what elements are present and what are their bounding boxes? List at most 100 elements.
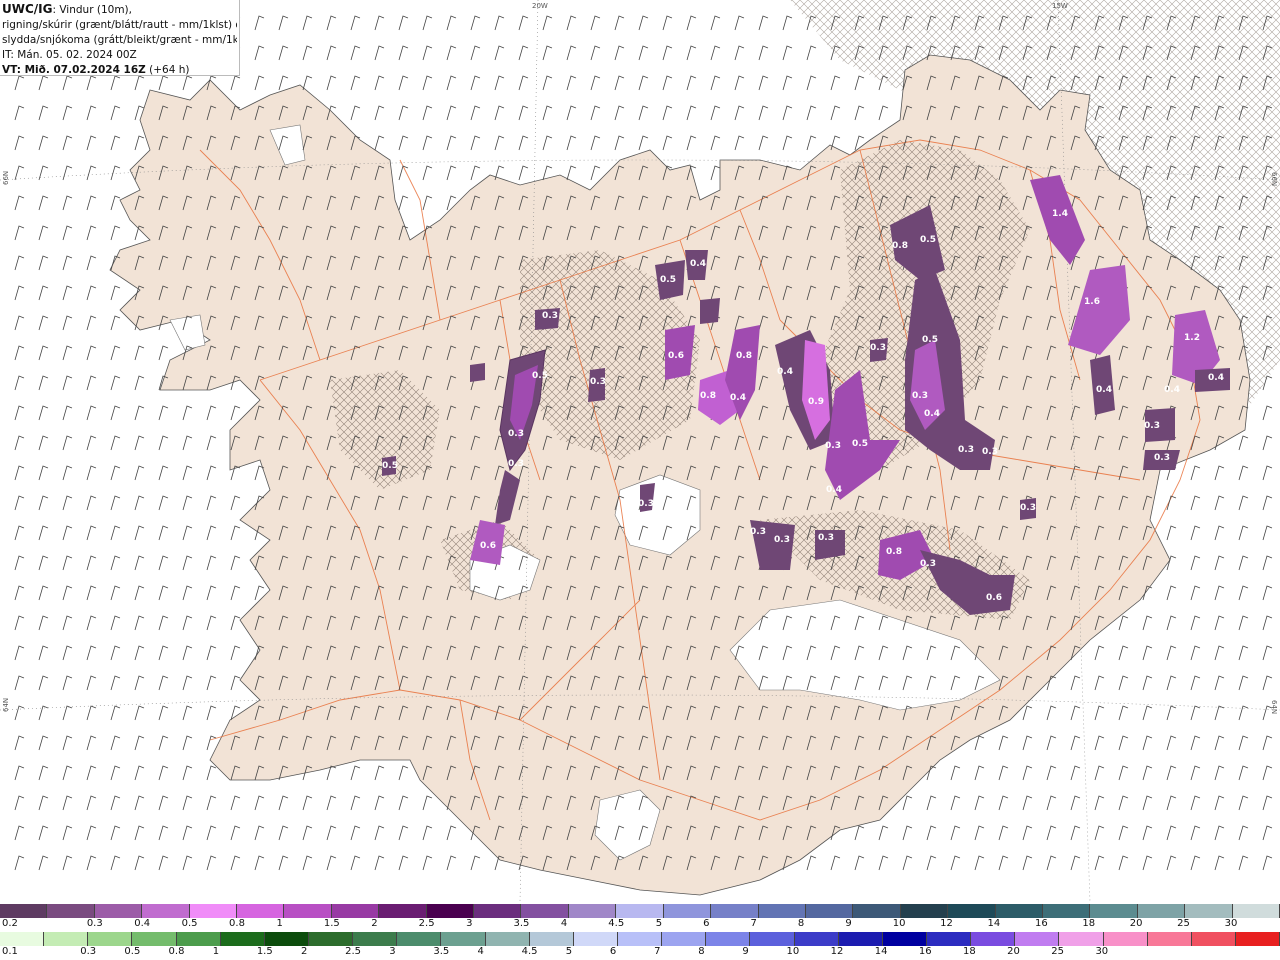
title-line-2: rigning/skúrir (grænt/blátt/rautt - mm/1…	[2, 19, 237, 31]
legend-swatch	[397, 932, 442, 946]
forecast-map[interactable]: 20W 15W 66N 64N 66N 64N 0.30.40.50.6 0.8…	[0, 0, 1280, 902]
precip-value-label: 0.3	[1144, 421, 1160, 431]
precip-value-label: 0.5	[852, 439, 868, 449]
legend-swatch	[264, 932, 309, 946]
valid-time-line: VT: Mið. 07.02.2024 16Z (+64 h)	[2, 63, 237, 78]
legend-label: 25	[1177, 918, 1190, 929]
legend-swatch	[971, 932, 1016, 946]
legend-label: 4.5	[521, 946, 538, 957]
legend-swatch	[662, 932, 707, 946]
legend-label: 6	[703, 918, 710, 929]
initial-time: IT: Mán. 05. 02. 2024 00Z	[2, 49, 137, 61]
coord-label-64n-right: 64N	[1270, 700, 1278, 714]
snow-color-legend	[0, 904, 1280, 918]
legend-swatch	[900, 904, 949, 918]
rain-legend-labels: 0.1 0.3 0.5 0.8 1 1.5 2 2.5 3 3.5 4 4.5 5 6 7 8 9 10 12 14 1…	[0, 946, 1280, 960]
legend-label: 0.5	[124, 946, 141, 957]
precip-value-label: 0.8	[892, 241, 908, 251]
precip-area	[700, 298, 720, 324]
precip-value-label: 0.3	[508, 459, 524, 469]
legend-label: 7	[654, 946, 661, 957]
precip-value-label: 0.3	[825, 441, 841, 451]
legend-swatch	[189, 904, 238, 918]
precip-value-label: 1.4	[1052, 209, 1068, 219]
precip-value-label: 0.4	[690, 259, 706, 269]
legend-label: 10	[892, 918, 906, 929]
precip-value-label: 0.5	[382, 461, 398, 471]
precip-value-label: 0.5	[660, 275, 676, 285]
legend-swatch	[882, 932, 927, 946]
legend-label: 0.8	[168, 946, 185, 957]
precip-value-label: 0.9	[808, 397, 824, 407]
legend-swatch	[616, 904, 664, 918]
legend-swatch	[838, 932, 883, 946]
rain-color-legend	[0, 932, 1280, 946]
legend-label: 0.3	[86, 918, 103, 929]
precip-value-label: 0.3	[508, 429, 524, 439]
precip-value-label: 0.4	[1164, 385, 1180, 395]
precip-value-label: 1.2	[1184, 333, 1200, 343]
legend-swatch	[284, 904, 332, 918]
legend-label: 12	[830, 946, 844, 957]
precip-value-label: 0.6	[986, 593, 1002, 603]
legend-label: 1	[276, 918, 283, 929]
legend-swatch	[1232, 904, 1280, 918]
legend-label: 3.5	[433, 946, 450, 957]
legend-label: 20	[1007, 946, 1020, 957]
valid-time: VT: Mið. 07.02.2024 16Z	[2, 64, 146, 76]
legend-swatch	[1147, 932, 1192, 946]
precip-value-label: 0.5	[922, 335, 938, 345]
legend-swatch	[1090, 904, 1138, 918]
legend-label: 6	[609, 946, 617, 957]
legend-swatch	[88, 932, 133, 946]
precip-value-label: 0.4	[924, 409, 940, 419]
legend-swatch	[568, 904, 617, 918]
precip-value-label: 0.4	[1208, 373, 1224, 383]
legend-swatch	[995, 904, 1043, 918]
legend-label: 9	[742, 946, 749, 957]
legend-swatch	[1185, 904, 1233, 918]
legend-label: 0.5	[181, 918, 198, 929]
legend-label: 5	[655, 918, 663, 929]
legend-label: 18	[1082, 918, 1096, 929]
legend-swatch	[379, 904, 427, 918]
legend-swatch	[750, 932, 795, 946]
precip-value-label: 0.3	[920, 559, 936, 569]
precip-value-label: 0.5	[920, 235, 936, 245]
legend-swatch	[706, 932, 751, 946]
coord-label-15w: 15W	[1052, 2, 1068, 10]
legend-label: 12	[940, 918, 953, 929]
legend-label: 30	[1224, 918, 1238, 929]
precip-value-label: 0.4	[777, 367, 793, 377]
precip-value-label: 0.3	[590, 377, 606, 387]
snow-legend-labels: 0.2 0.3 0.4 0.5 0.8 1 1.5 2 2.5 3 3.5 4 4.5 5 6 7 8 9 10 12…	[0, 918, 1280, 932]
legend-label: 3.5	[513, 918, 530, 929]
legend-label: 8	[797, 918, 805, 929]
legend-label: 4	[477, 946, 484, 957]
legend-label: 30	[1095, 946, 1109, 957]
legend-label: 0.2	[2, 918, 18, 929]
precip-value-label: 0.4	[826, 485, 842, 495]
precip-value-label: 0.3	[638, 499, 654, 509]
legend-swatch	[711, 904, 759, 918]
legend-label: 10	[786, 946, 800, 957]
legend-swatch	[94, 904, 143, 918]
legend-swatch	[474, 904, 522, 918]
legend-label: 3	[389, 946, 396, 957]
legend-label: 0.4	[134, 918, 151, 929]
legend-label: 14	[987, 918, 1001, 929]
legend-label: 14	[874, 946, 888, 957]
map-title-box: UWC/IG: Vindur (10m), rigning/skúrir (gr…	[0, 0, 240, 76]
legend-label: 20	[1129, 918, 1143, 929]
legend-swatch	[529, 932, 574, 946]
precip-value-label: 0.3	[870, 343, 886, 353]
legend-swatch	[0, 932, 45, 946]
legend-label: 4.5	[608, 918, 625, 929]
precip-value-label: 0.6	[480, 541, 496, 551]
legend-swatch	[1137, 904, 1186, 918]
legend-swatch	[331, 904, 380, 918]
legend-swatch	[794, 932, 839, 946]
precip-value-label: 0.3	[774, 535, 790, 545]
legend-label: 0.1	[2, 946, 18, 957]
legend-label: 25	[1051, 946, 1065, 957]
